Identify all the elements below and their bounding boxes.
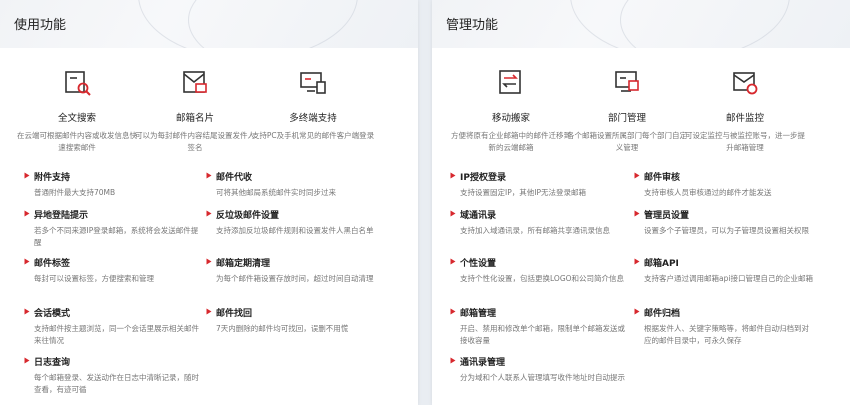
list-item: 附件支持 普通附件最大支持70MB — [24, 170, 204, 211]
header-decoration — [570, 0, 790, 48]
list-item: 邮箱管理 开启、禁用和修改单个邮箱，限制单个邮箱发送或接收容量 — [450, 306, 630, 347]
item-desc: 根据发件人、关键字策略等，将邮件自动归档到对应的邮件目录中，可永久保存 — [644, 324, 809, 345]
feature-full-text-search: 全文搜索 在云端可根据邮件内容或收发信息快速搜索邮件 — [14, 66, 140, 154]
department-icon — [615, 71, 639, 92]
feature-title: 多终端支持 — [289, 113, 337, 124]
list-item: 日志查询 每个邮箱登录、发送动作在日志中清晰记录，随时查看，有迹可循 — [24, 355, 204, 396]
panel-title: 使用功能 — [14, 18, 67, 33]
list-item: 异地登陆提示 若多个不同来源IP登录邮箱，系统将会发送邮件提醒 — [24, 208, 204, 249]
item-title: 域通讯录 — [450, 208, 630, 221]
item-desc: 支持邮件按主题浏览，同一个会话里展示相关邮件来往情况 — [34, 324, 199, 345]
item-title: 邮件标签 — [24, 256, 204, 269]
feature-title: 邮箱名片 — [175, 113, 214, 124]
multi-device-icon — [300, 72, 326, 94]
header-decoration — [138, 0, 358, 48]
item-title: 邮箱定期清理 — [206, 256, 386, 269]
list-item: 邮件审核 支持审核人员审核通过的邮件才能发送 — [634, 170, 814, 211]
migrate-icon — [499, 70, 521, 94]
feature-title: 部门管理 — [607, 113, 646, 124]
list-item: 邮箱定期清理 为每个邮件箱设置存放时间，超过时间自动清理 — [206, 256, 386, 297]
item-title: 反垃圾邮件设置 — [206, 208, 386, 221]
feature-mail-monitor: 邮件监控 可设定监控与被监控账号，进一步提升邮箱管理 — [682, 66, 808, 154]
feature-title: 邮件监控 — [725, 113, 764, 124]
management-features-panel: 管理功能 移动搬家 方便将原有企业邮箱中的邮件迁移到新的云端邮箱 部门管理 各个… — [432, 0, 850, 405]
item-title: 日志查询 — [24, 355, 204, 368]
feature-migration: 移动搬家 方便将原有企业邮箱中的邮件迁移到新的云端邮箱 — [448, 66, 574, 154]
item-title: 会话模式 — [24, 306, 204, 319]
list-item: 邮件代收 可将其他邮局系统邮件实时同步过来 — [206, 170, 386, 211]
item-desc: 设置多个子管理员，可以为子管理员设置相关权限 — [644, 226, 809, 235]
item-title: 通讯录管理 — [450, 355, 630, 368]
feature-department: 部门管理 各个邮箱设置所属部门每个部门自定义管理 — [564, 66, 690, 154]
item-desc: 支持添加反垃圾邮件规则和设置发件人黑白名单 — [216, 226, 374, 235]
usage-features-panel: 使用功能 全文搜索 在云端可根据邮件内容或收发信息快速搜索邮件 邮箱名片 可以为… — [0, 0, 418, 405]
item-title: 异地登陆提示 — [24, 208, 204, 221]
item-title: IP授权登录 — [450, 170, 630, 183]
mail-card-icon — [183, 71, 207, 93]
list-item: 邮件找回 7天内删除的邮件均可找回，误删不用慌 — [206, 306, 386, 347]
list-item: 域通讯录 支持加入域通讯录，所有邮箱共享通讯录信息 — [450, 208, 630, 249]
list-item: 管理员设置 设置多个子管理员，可以为子管理员设置相关权限 — [634, 208, 814, 249]
list-item: 会话模式 支持邮件按主题浏览，同一个会话里展示相关邮件来往情况 — [24, 306, 204, 347]
list-item: 邮件归档 根据发件人、关键字策略等，将邮件自动归档到对应的邮件目录中，可永久保存 — [634, 306, 814, 347]
panel-header: 管理功能 — [432, 0, 850, 48]
item-title: 邮箱API — [634, 256, 814, 269]
item-desc: 7天内删除的邮件均可找回，误删不用慌 — [216, 324, 349, 333]
feature-desc: 可设定监控与被监控账号，进一步提升邮箱管理 — [685, 131, 805, 152]
item-title: 个性设置 — [450, 256, 630, 269]
list-item: 反垃圾邮件设置 支持添加反垃圾邮件规则和设置发件人黑白名单 — [206, 208, 386, 249]
item-title: 邮箱管理 — [450, 306, 630, 319]
item-desc: 每封可以设置标签，方便搜索和管理 — [34, 274, 154, 283]
search-mail-icon — [65, 71, 91, 96]
list-item: 通讯录管理 分为域和个人联系人管理填写收件地址时自动提示 — [450, 355, 630, 396]
item-title: 邮件归档 — [634, 306, 814, 319]
feature-title: 移动搬家 — [491, 113, 530, 124]
item-title: 邮件审核 — [634, 170, 814, 183]
feature-desc: 方便将原有企业邮箱中的邮件迁移到新的云端邮箱 — [451, 131, 571, 152]
feature-multi-device: 多终端支持 支持PC及手机常见的邮件客户端登录 — [250, 66, 376, 154]
item-desc: 分为域和个人联系人管理填写收件地址时自动提示 — [460, 373, 625, 382]
item-desc: 若多个不同来源IP登录邮箱，系统将会发送邮件提醒 — [34, 226, 199, 247]
panel-title: 管理功能 — [446, 18, 499, 33]
feature-desc: 各个邮箱设置所属部门每个部门自定义管理 — [567, 131, 687, 152]
list-item: 个性设置 支持个性化设置，包括更换LOGO和公司简介信息 — [450, 256, 630, 297]
feature-mail-card: 邮箱名片 可以为每封邮件内容结尾设置发件人签名 — [132, 66, 258, 154]
feature-row: 全文搜索 在云端可根据邮件内容或收发信息快速搜索邮件 邮箱名片 可以为每封邮件内… — [0, 66, 418, 156]
feature-row: 移动搬家 方便将原有企业邮箱中的邮件迁移到新的云端邮箱 部门管理 各个邮箱设置所… — [432, 66, 850, 156]
panel-header: 使用功能 — [0, 0, 418, 48]
item-desc: 支持客户通过调用邮箱api接口管理自己的企业邮箱 — [644, 274, 813, 283]
list-item: 邮箱API 支持客户通过调用邮箱api接口管理自己的企业邮箱 — [634, 256, 814, 297]
item-desc: 支持加入域通讯录，所有邮箱共享通讯录信息 — [460, 226, 610, 235]
mail-monitor-icon — [733, 72, 758, 95]
item-title: 管理员设置 — [634, 208, 814, 221]
item-title: 邮件代收 — [206, 170, 386, 183]
list-item: 邮件标签 每封可以设置标签，方便搜索和管理 — [24, 256, 204, 297]
feature-desc: 在云端可根据邮件内容或收发信息快速搜索邮件 — [17, 131, 137, 152]
list-item: IP授权登录 支持设置固定IP，其他IP无法登录邮箱 — [450, 170, 630, 211]
feature-desc: 可以为每封邮件内容结尾设置发件人签名 — [135, 131, 255, 152]
item-desc: 开启、禁用和修改单个邮箱，限制单个邮箱发送或接收容量 — [460, 324, 625, 345]
item-title: 附件支持 — [24, 170, 204, 183]
item-desc: 支持个性化设置，包括更换LOGO和公司简介信息 — [460, 274, 625, 283]
feature-desc: 支持PC及手机常见的邮件客户端登录 — [251, 131, 375, 140]
item-title: 邮件找回 — [206, 306, 386, 319]
item-desc: 为每个邮件箱设置存放时间，超过时间自动清理 — [216, 274, 374, 283]
feature-title: 全文搜索 — [57, 113, 96, 124]
item-desc: 每个邮箱登录、发送动作在日志中清晰记录，随时查看，有迹可循 — [34, 373, 199, 394]
